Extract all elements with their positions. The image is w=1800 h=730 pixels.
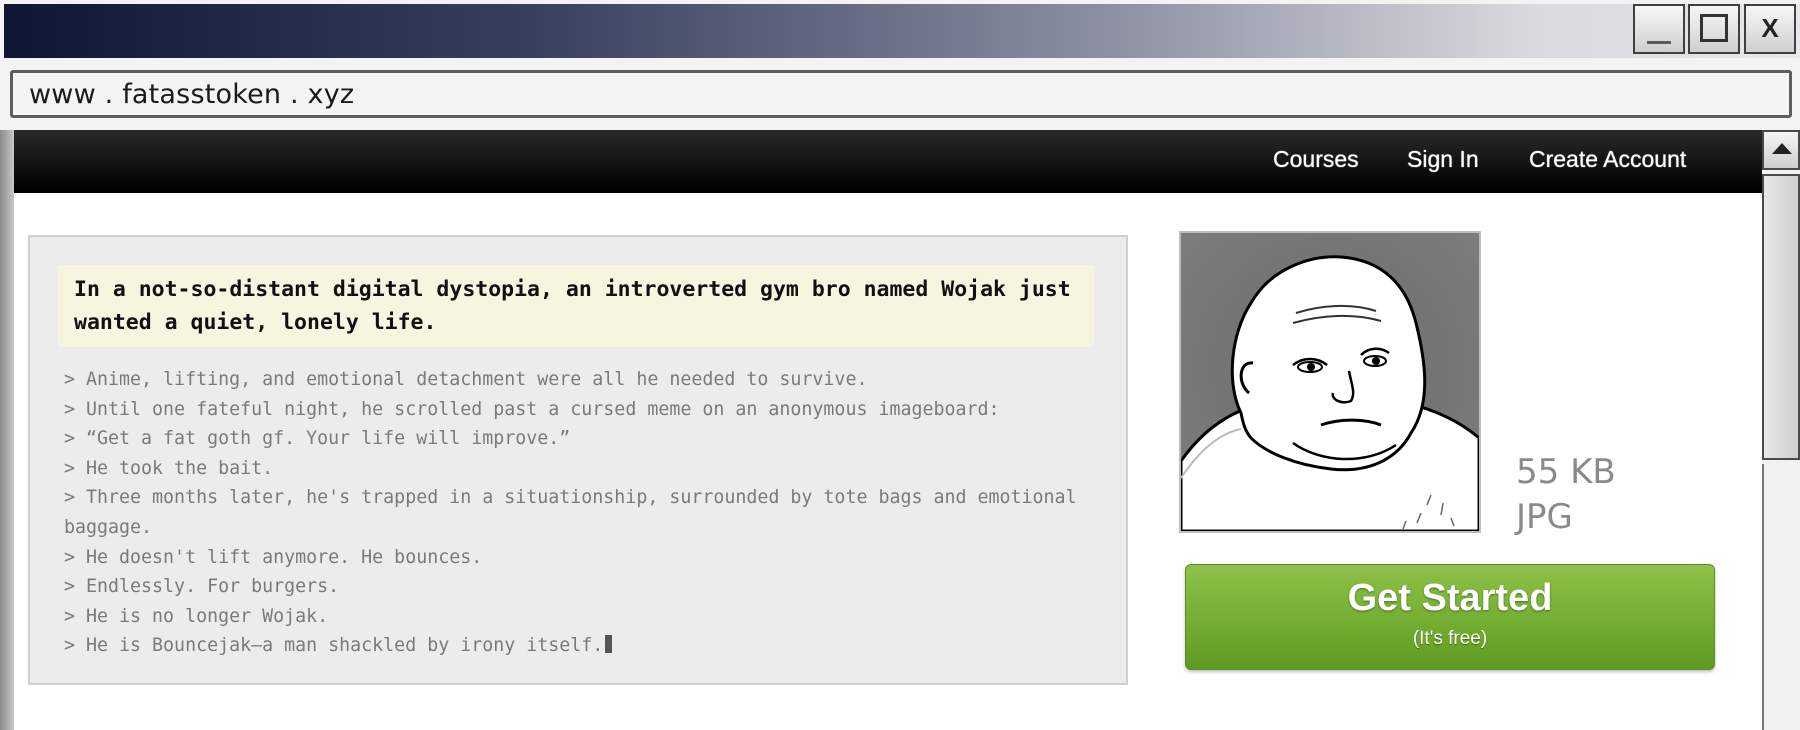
story-headline: In a not-so-distant digital dystopia, an… [58, 265, 1094, 347]
nav-courses-link[interactable]: Courses [1273, 146, 1359, 173]
text-cursor [605, 635, 613, 654]
web-page: Courses Sign In Create Account In a not-… [14, 130, 1762, 730]
story-line: > He doesn't lift anymore. He bounces. [64, 546, 483, 568]
wojak-image[interactable] [1179, 231, 1481, 533]
wojak-face-illustration [1181, 233, 1479, 531]
scroll-up-arrow-icon[interactable] [1762, 130, 1800, 170]
story-text: > Anime, lifting, and emotional detachme… [64, 365, 1104, 661]
story-line: > Until one fateful night, he scrolled p… [64, 398, 1000, 420]
story-line: > He is Bouncejak—a man shackled by iron… [64, 635, 604, 657]
story-line-last: > He is Bouncejak—a man shackled by iron… [64, 631, 1104, 661]
vertical-scrollbar[interactable] [1762, 130, 1800, 730]
nav-sign-in-link[interactable]: Sign In [1407, 146, 1479, 173]
top-navbar: Courses Sign In Create Account [14, 130, 1762, 193]
story-line: > Endlessly. For burgers. [64, 576, 340, 598]
file-info: 55 KB JPG [1516, 450, 1616, 540]
window-titlebar[interactable] [4, 4, 1800, 58]
window-frame [0, 130, 14, 730]
get-started-title: Get Started [1347, 577, 1553, 619]
story-line: > He took the bait. [64, 457, 274, 479]
get-started-button[interactable]: Get Started (It's free) [1185, 564, 1715, 670]
maximize-button[interactable] [1688, 4, 1740, 54]
address-url[interactable]: www . fatasstoken . xyz [29, 79, 354, 110]
close-button[interactable]: X [1744, 4, 1796, 54]
scrollbar-thumb[interactable] [1762, 174, 1800, 460]
story-line: > He is no longer Wojak. [64, 605, 329, 627]
get-started-subtitle: (It's free) [1412, 628, 1488, 649]
scrollbar-track[interactable] [1762, 464, 1800, 730]
story-line: > Anime, lifting, and emotional detachme… [64, 369, 868, 390]
story-panel: In a not-so-distant digital dystopia, an… [28, 235, 1128, 685]
minimize-button[interactable] [1633, 4, 1685, 54]
story-line: > “Get a fat goth gf. Your life will imp… [64, 428, 571, 450]
story-line: > Three months later, he's trapped in a … [64, 487, 1077, 538]
file-size: 55 KB [1516, 452, 1616, 492]
nav-create-account-link[interactable]: Create Account [1529, 146, 1686, 173]
file-type: JPG [1516, 497, 1573, 537]
address-bar[interactable]: www . fatasstoken . xyz [10, 70, 1792, 118]
